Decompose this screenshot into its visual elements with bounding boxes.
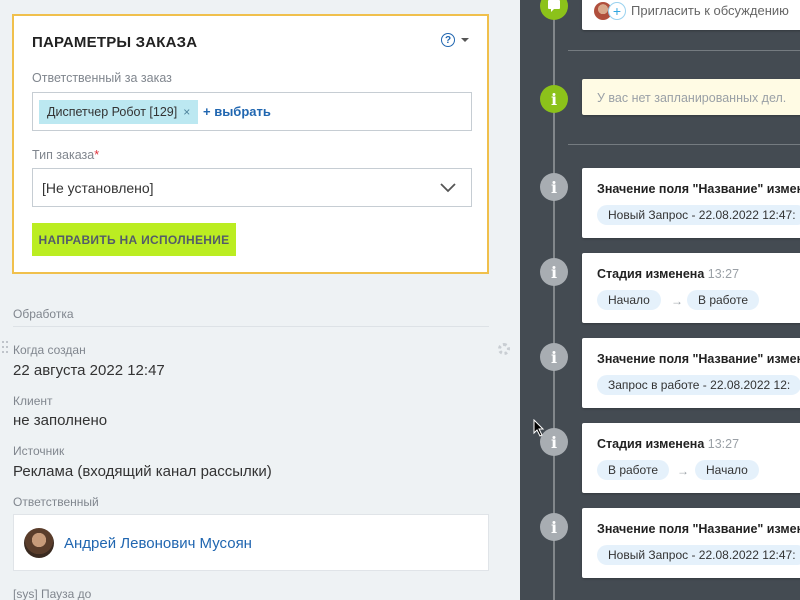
assignee-label: Ответственный — [13, 495, 99, 509]
gear-icon[interactable] — [498, 343, 510, 355]
timeline-event: Стадия изменена 13:27 Начало → В работе — [582, 253, 800, 323]
event-title: Значение поля "Название" изменено — [597, 522, 800, 536]
responsible-tag-label: Диспетчер Робот [129] — [47, 105, 178, 119]
chevron-down-icon[interactable] — [439, 179, 457, 197]
arrow-right-icon: → — [671, 294, 683, 308]
remove-tag-icon[interactable]: × — [183, 105, 190, 119]
section-divider — [13, 326, 489, 327]
order-params-card: ПАРАМЕТРЫ ЗАКАЗА ? Ответственный за зака… — [12, 14, 489, 274]
info-icon: i — [540, 173, 568, 201]
responsible-tag[interactable]: Диспетчер Робот [129] × — [39, 100, 199, 124]
timeline-event: Значение поля "Название" изменено Новый … — [582, 508, 800, 578]
event-time: 13:27 — [707, 437, 740, 451]
event-title: Значение поля "Название" изменено — [597, 182, 800, 196]
order-params-title: ПАРАМЕТРЫ ЗАКАЗА — [32, 34, 198, 51]
event-title: Стадия изменена 13:27 — [597, 267, 739, 281]
arrow-right-icon: → — [677, 464, 689, 478]
question-circle-icon[interactable]: ? — [441, 33, 455, 47]
event-title: Значение поля "Название" изменено — [597, 352, 800, 366]
event-title-text: Стадия изменена — [597, 437, 705, 451]
client-label: Клиент — [13, 394, 53, 408]
order-type-value: [Не установлено] — [42, 180, 154, 196]
client-value: не заполнено — [13, 412, 108, 429]
drag-handle-icon[interactable] — [2, 341, 10, 357]
stage-to-pill: В работе — [687, 290, 760, 310]
stage-to-pill: Начало — [695, 460, 759, 480]
add-participant-icon[interactable]: + — [608, 2, 626, 20]
info-icon: i — [540, 258, 568, 286]
execute-order-button[interactable]: НАПРАВИТЬ НА ИСПОЛНЕНИЕ — [32, 223, 236, 256]
choose-responsible-link[interactable]: + выбрать — [203, 104, 271, 119]
order-type-select[interactable]: [Не установлено] — [32, 168, 472, 207]
help-menu[interactable]: ? — [441, 33, 469, 47]
timeline-event: Значение поля "Название" изменено Новый … — [582, 168, 800, 238]
source-value: Реклама (входящий канал рассылки) — [13, 463, 272, 480]
stage-from-pill: Начало — [597, 290, 661, 310]
left-panel: ПАРАМЕТРЫ ЗАКАЗА ? Ответственный за зака… — [0, 0, 520, 600]
no-plans-card: У вас нет запланированных дел. — [582, 79, 800, 115]
assignee-name-link[interactable]: Андрей Левонович Мусоян — [64, 535, 252, 552]
timeline-divider — [568, 144, 800, 145]
invite-discussion-card[interactable]: + Пригласить к обсуждению — [582, 0, 800, 30]
pause-label: [sys] Пауза до — [13, 587, 92, 600]
assignee-card: Андрей Левонович Мусоян — [13, 514, 489, 571]
order-type-label: Тип заказа* — [32, 148, 99, 162]
timeline-event: Значение поля "Название" изменено Запрос… — [582, 338, 800, 408]
timeline-panel: + Пригласить к обсуждению i У вас нет за… — [520, 0, 800, 600]
stage-from-pill: В работе — [597, 460, 670, 480]
responsible-label: Ответственный за заказ — [32, 71, 172, 85]
timeline-event: Стадия изменена 13:27 В работе → Начало — [582, 423, 800, 493]
avatar[interactable] — [24, 528, 54, 558]
info-icon: i — [540, 85, 568, 113]
timeline-divider — [568, 50, 800, 51]
event-title-text: Стадия изменена — [597, 267, 705, 281]
mouse-cursor-icon — [533, 419, 545, 437]
responsible-field[interactable]: Диспетчер Робот [129] × + выбрать — [32, 92, 472, 131]
processing-section-title: Обработка — [13, 307, 74, 321]
comment-icon — [540, 0, 568, 20]
source-label: Источник — [13, 444, 65, 458]
created-value: 22 августа 2022 12:47 — [13, 362, 165, 379]
required-mark: * — [94, 148, 100, 162]
event-value-pill: Запрос в работе - 22.08.2022 12: — [597, 375, 800, 395]
event-value-pill: Новый Запрос - 22.08.2022 12:47: — [597, 545, 800, 565]
event-value-pill: Новый Запрос - 22.08.2022 12:47: — [597, 205, 800, 225]
event-time: 13:27 — [707, 267, 740, 281]
created-label: Когда создан — [13, 343, 86, 357]
event-title: Стадия изменена 13:27 — [597, 437, 739, 451]
invite-discussion-text: Пригласить к обсуждению — [631, 3, 789, 18]
info-icon: i — [540, 513, 568, 541]
info-icon: i — [540, 343, 568, 371]
no-plans-text: У вас нет запланированных дел. — [597, 91, 787, 105]
caret-down-icon[interactable] — [461, 38, 469, 42]
order-type-label-text: Тип заказа — [32, 148, 95, 162]
